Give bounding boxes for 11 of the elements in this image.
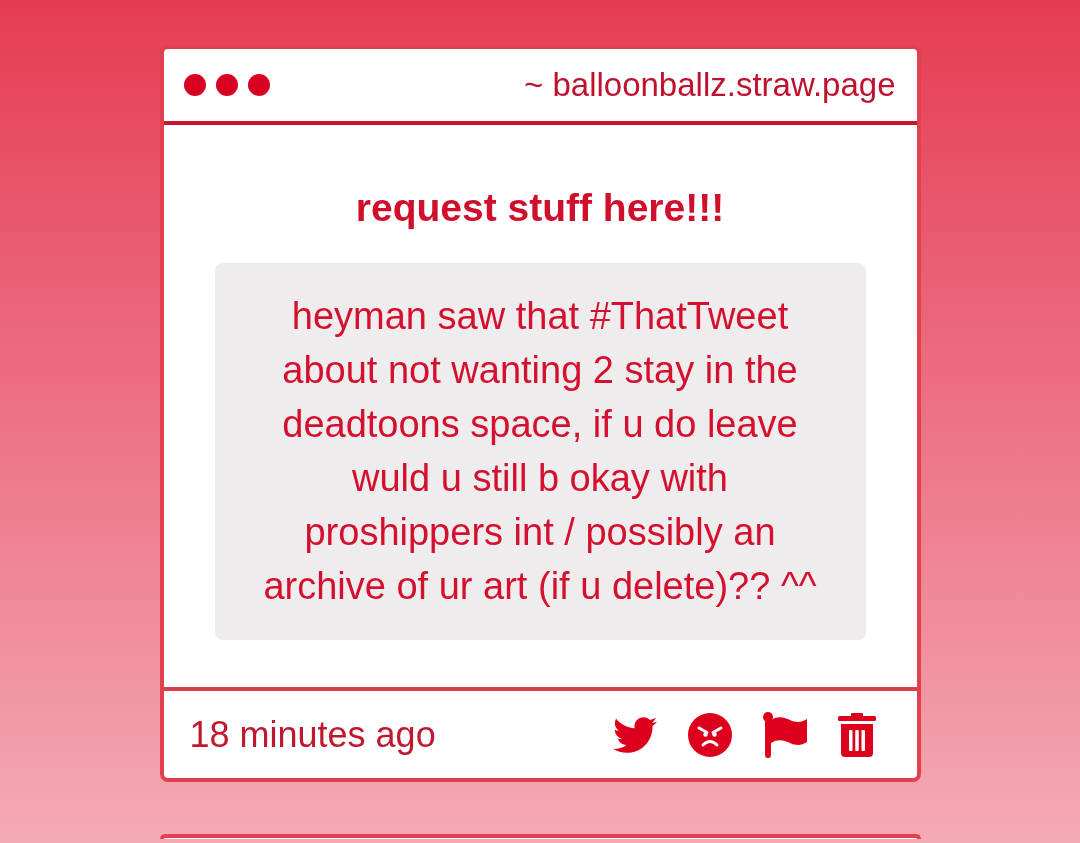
dot-icon — [247, 74, 270, 96]
dot-icon — [215, 74, 238, 96]
bird-icon[interactable] — [612, 716, 657, 753]
angry-face-icon[interactable] — [687, 712, 732, 757]
timestamp: 18 minutes ago — [189, 713, 436, 756]
dot-icon — [183, 74, 206, 96]
trash-icon[interactable] — [837, 712, 876, 757]
post-title: request stuff here!!! — [354, 186, 726, 230]
message-text: heyman saw that #ThatTweet about not wanting 2 stay in the deadtoons space, if u do leave wuld u still b okay with proshippers int / possibly an archive of ur art (if u delete)?? ^^ — [262, 294, 818, 609]
flag-icon[interactable] — [762, 711, 807, 758]
site-url: ~ balloonballz.straw.page — [524, 66, 896, 104]
